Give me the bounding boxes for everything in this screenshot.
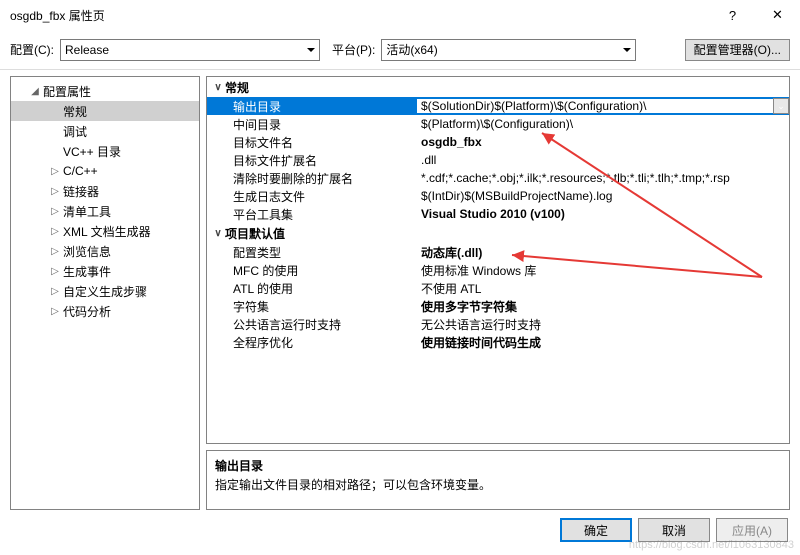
category-defaults[interactable]: ∨ 项目默认值 [207,223,789,243]
property-row[interactable]: 生成日志文件$(IntDir)$(MSBuildProjectName).log [207,187,789,205]
tree-item-label: 常规 [61,103,87,120]
tree-item-label: 自定义生成步骤 [61,283,147,300]
tree-item[interactable]: ▷清单工具 [11,201,199,221]
property-grid[interactable]: ∨ 常规 输出目录$(SolutionDir)$(Platform)\$(Con… [206,76,790,444]
property-row[interactable]: 中间目录$(Platform)\$(Configuration)\ [207,115,789,133]
property-name: 中间目录 [207,116,417,133]
tree-item-label: 生成事件 [61,263,111,280]
property-row[interactable]: 平台工具集Visual Studio 2010 (v100) [207,205,789,223]
property-name: 生成日志文件 [207,188,417,205]
tree-item-label: 清单工具 [61,203,111,220]
tree-item-label: C/C++ [61,164,98,178]
tree-item[interactable]: 调试 [11,121,199,141]
tree-item-label: XML 文档生成器 [61,223,151,240]
property-name: 全程序优化 [207,334,417,351]
expand-icon[interactable]: ▷ [49,246,61,257]
close-button[interactable]: ✕ [755,0,800,30]
expand-icon[interactable]: ▷ [49,166,61,177]
property-row[interactable]: 配置类型动态库(.dll) [207,243,789,261]
property-row[interactable]: ATL 的使用不使用 ATL [207,279,789,297]
collapse-icon[interactable]: ∨ [211,82,225,93]
property-value[interactable]: 不使用 ATL [417,280,789,297]
config-select[interactable]: Release [60,39,320,61]
description-panel: 输出目录 指定输出文件目录的相对路径；可以包含环境变量。 [206,450,790,510]
property-value[interactable]: 无公共语言运行时支持 [417,316,789,333]
category-general[interactable]: ∨ 常规 [207,77,789,97]
property-value[interactable]: 使用标准 Windows 库 [417,262,789,279]
tree-item-label: VC++ 目录 [61,143,121,160]
dropdown-icon[interactable]: ⌄ [773,98,789,114]
tree-item-label: 代码分析 [61,303,111,320]
property-value[interactable]: .dll [417,153,789,167]
tree-item[interactable]: ▷浏览信息 [11,241,199,261]
expand-icon[interactable]: ▷ [49,286,61,297]
property-row[interactable]: 字符集使用多字节字符集 [207,297,789,315]
config-manager-button[interactable]: 配置管理器(O)... [685,39,790,61]
help-button[interactable]: ? [710,0,755,30]
tree-item-label: 链接器 [61,183,99,200]
tree-root[interactable]: ◢ 配置属性 [11,81,199,101]
tree-item-label: 调试 [61,123,87,140]
property-row[interactable]: 目标文件扩展名.dll [207,151,789,169]
expand-icon[interactable]: ▷ [49,306,61,317]
expand-icon[interactable]: ▷ [49,186,61,197]
expand-icon[interactable]: ▷ [49,226,61,237]
property-name: 输出目录 [207,98,417,115]
property-name: 字符集 [207,298,417,315]
nav-tree[interactable]: ◢ 配置属性 常规调试VC++ 目录▷C/C++▷链接器▷清单工具▷XML 文档… [10,76,200,510]
property-name: MFC 的使用 [207,262,417,279]
property-name: ATL 的使用 [207,280,417,297]
tree-item-label: 浏览信息 [61,243,111,260]
platform-select[interactable]: 活动(x64) [381,39,636,61]
config-label: 配置(C): [10,41,54,58]
platform-label: 平台(P): [332,41,375,58]
property-row[interactable]: 输出目录$(SolutionDir)$(Platform)\$(Configur… [207,97,789,115]
ok-button[interactable]: 确定 [560,518,632,542]
window-title: osgdb_fbx 属性页 [10,7,710,24]
property-value[interactable]: $(SolutionDir)$(Platform)\$(Configuratio… [417,99,773,113]
property-value[interactable]: Visual Studio 2010 (v100) [417,207,789,221]
tree-item[interactable]: VC++ 目录 [11,141,199,161]
property-value[interactable]: *.cdf;*.cache;*.obj;*.ilk;*.resources;*.… [417,171,789,185]
expand-icon[interactable]: ▷ [49,266,61,277]
property-name: 公共语言运行时支持 [207,316,417,333]
property-value[interactable]: 动态库(.dll) [417,244,789,261]
property-name: 清除时要删除的扩展名 [207,170,417,187]
expand-icon[interactable]: ▷ [49,206,61,217]
property-name: 平台工具集 [207,206,417,223]
property-value[interactable]: $(IntDir)$(MSBuildProjectName).log [417,189,789,203]
tree-item[interactable]: ▷C/C++ [11,161,199,181]
property-value[interactable]: $(Platform)\$(Configuration)\ [417,117,789,131]
property-row[interactable]: 清除时要删除的扩展名*.cdf;*.cache;*.obj;*.ilk;*.re… [207,169,789,187]
property-value[interactable]: 使用多字节字符集 [417,298,789,315]
property-value[interactable]: osgdb_fbx [417,135,789,149]
tree-item[interactable]: ▷生成事件 [11,261,199,281]
property-name: 目标文件扩展名 [207,152,417,169]
property-value[interactable]: 使用链接时间代码生成 [417,334,789,351]
property-row[interactable]: 全程序优化使用链接时间代码生成 [207,333,789,351]
watermark: https://blog.csdn.net/l1063130843 [629,539,794,551]
tree-item[interactable]: ▷代码分析 [11,301,199,321]
tree-item[interactable]: ▷XML 文档生成器 [11,221,199,241]
tree-item[interactable]: ▷链接器 [11,181,199,201]
tree-item[interactable]: 常规 [11,101,199,121]
collapse-icon[interactable]: ◢ [29,86,41,97]
collapse-icon[interactable]: ∨ [211,228,225,239]
tree-item[interactable]: ▷自定义生成步骤 [11,281,199,301]
property-name: 目标文件名 [207,134,417,151]
description-text: 指定输出文件目录的相对路径；可以包含环境变量。 [215,476,781,493]
property-name: 配置类型 [207,244,417,261]
description-title: 输出目录 [215,457,781,474]
property-row[interactable]: 公共语言运行时支持无公共语言运行时支持 [207,315,789,333]
property-row[interactable]: 目标文件名osgdb_fbx [207,133,789,151]
property-row[interactable]: MFC 的使用使用标准 Windows 库 [207,261,789,279]
